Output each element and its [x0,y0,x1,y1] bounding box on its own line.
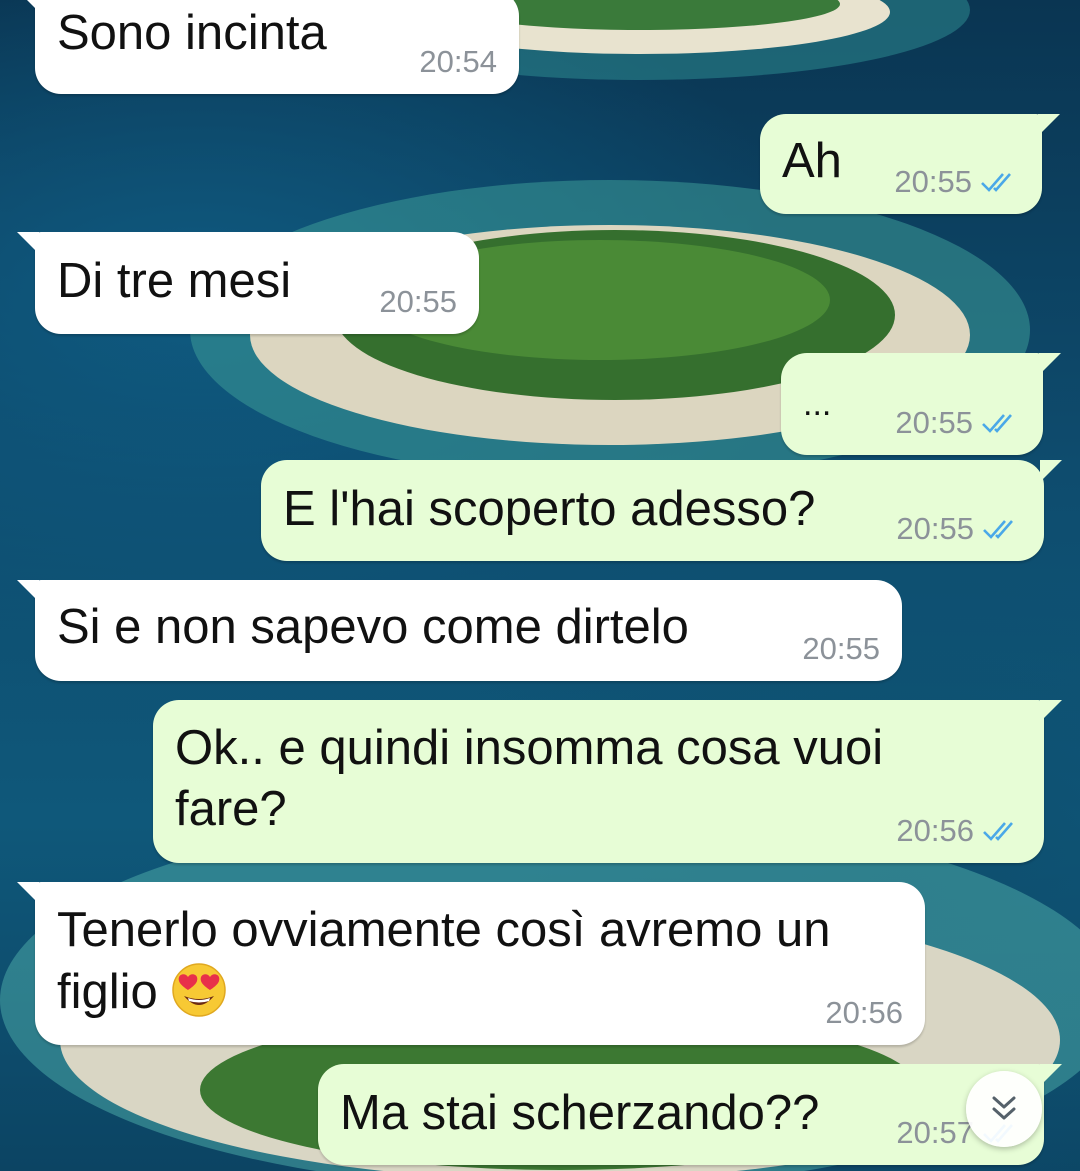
message-meta: 20:55 [802,631,880,667]
message-meta: 20:56 [896,813,1022,849]
message-text: Ma stai scherzando?? [340,1086,820,1140]
double-check-icon [982,414,1012,433]
message-meta: 20:55 [895,405,1021,441]
message-text-line-1: Tenerlo ovviamente così avremo un [57,903,831,957]
message-time: 20:57 [896,1115,974,1150]
heart-eyes-emoji-icon [172,963,227,1017]
message-text: E l'hai scoperto adesso? [283,482,816,536]
message-outgoing[interactable]: Ma stai scherzando?? 20:57 [318,1064,1062,1165]
message-text: Sono incinta [57,6,327,60]
message-time: 20:55 [895,405,973,440]
message-incoming[interactable]: Di tre mesi 20:55 [17,232,479,334]
double-check-icon [983,520,1013,539]
scroll-to-bottom-button[interactable] [966,1071,1042,1147]
double-chevron-down-icon [992,1096,1016,1120]
message-time: 20:55 [896,511,974,546]
message-outgoing[interactable]: Ok.. e quindi insomma cosa vuoi fare? 20… [153,700,1062,863]
message-text: Di tre mesi [57,254,292,308]
message-incoming[interactable]: Si e non sapevo come dirtelo 20:55 [17,580,902,681]
message-time: 20:56 [896,813,974,848]
message-time: 20:55 [379,284,457,319]
message-meta: 20:55 [894,164,1020,200]
message-text-line-2: fare? [175,782,287,836]
message-time: 20:54 [419,44,497,79]
message-outgoing[interactable]: ... 20:55 [781,353,1061,455]
double-check-icon [983,822,1013,841]
message-meta: 20:56 [825,995,903,1031]
message-text: ... [803,385,832,423]
message-outgoing[interactable]: E l'hai scoperto adesso? 20:55 [261,460,1062,561]
message-meta: 20:55 [896,511,1022,547]
message-incoming[interactable]: Sono incinta 20:54 [17,0,519,94]
message-meta: 20:55 [379,284,457,320]
message-text-line-1: Ok.. e quindi insomma cosa vuoi [175,721,884,775]
message-text-line-2: figlio [57,965,158,1019]
message-text: Ah [782,134,842,188]
message-incoming[interactable]: Tenerlo ovviamente così avremo un figlio… [17,882,925,1045]
message-text: Si e non sapevo come dirtelo [57,600,689,654]
message-time: 20:56 [825,995,903,1030]
message-meta: 20:54 [419,44,497,80]
message-text-line-2-wrapper: figlio [57,962,227,1021]
double-check-icon [981,173,1011,192]
message-time: 20:55 [894,164,972,199]
message-outgoing[interactable]: Ah 20:55 [760,114,1060,214]
message-time: 20:55 [802,631,880,666]
